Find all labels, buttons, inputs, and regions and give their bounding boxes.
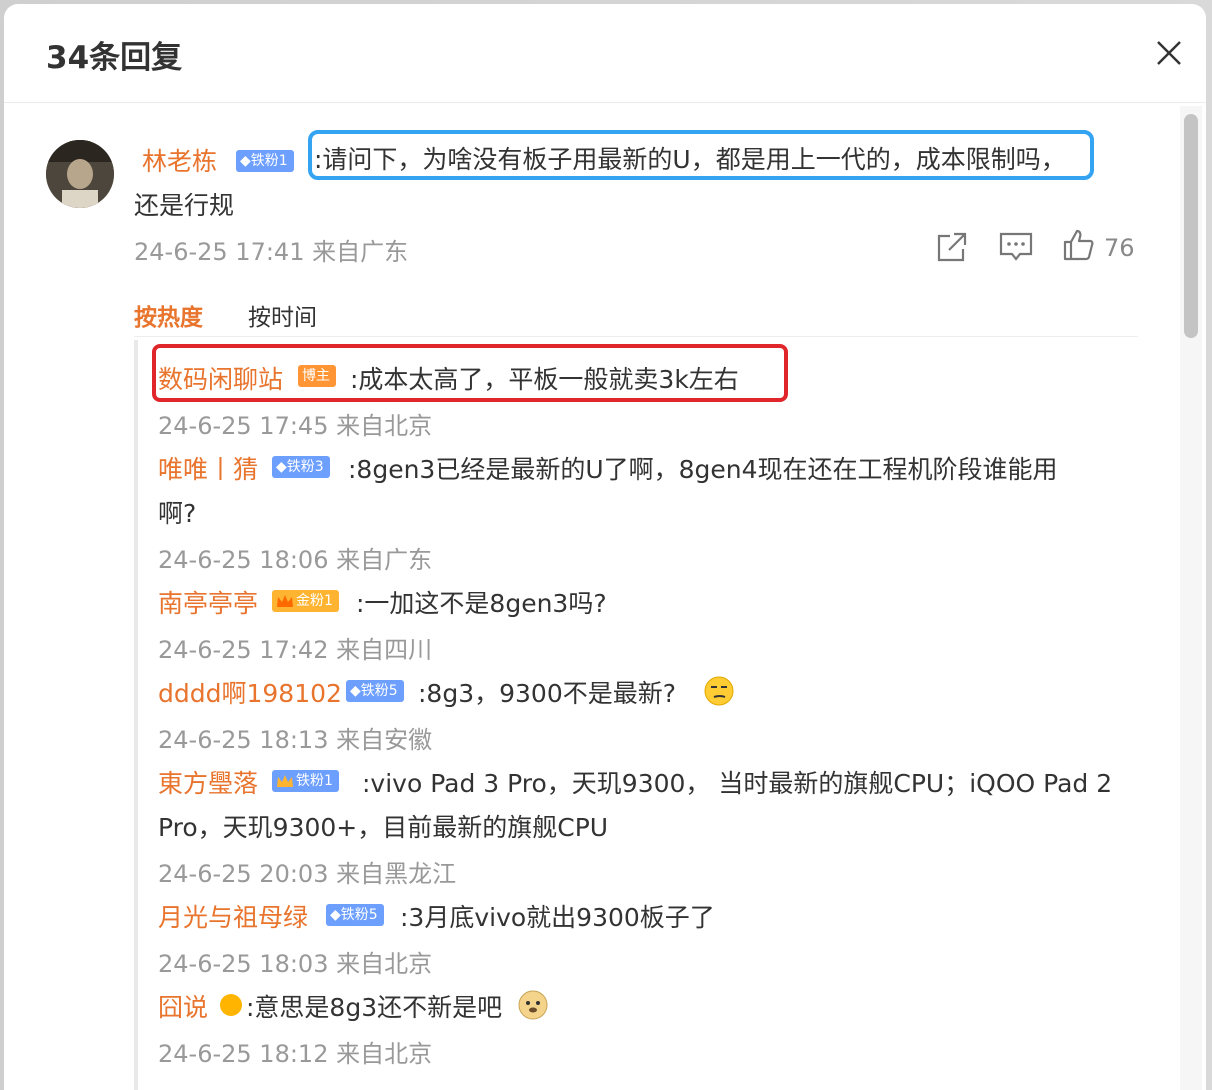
fan-badge: ◆铁粉1 xyxy=(236,150,294,172)
reply-author[interactable]: 数码闲聊站 xyxy=(158,360,283,396)
like-count: 76 xyxy=(1104,234,1135,262)
reply-text-continued: Pro，天玑9300+，目前最新的旗舰CPU xyxy=(158,813,609,842)
replies-dialog: 34条回复 林老栋 ◆铁粉1 :请问下，为啥没有板子用最新的U，都是用上一代的，… xyxy=(4,4,1206,1090)
reply-text: :8gen3已经是最新的U了啊，8gen4现在还在工程机阶段谁能用 xyxy=(348,455,1058,484)
reply-author[interactable]: 東方璺落 xyxy=(158,764,258,800)
thumbs-up-icon[interactable] xyxy=(1062,228,1094,262)
divider xyxy=(134,336,1138,337)
reply-text: :成本太高了，平板一般就卖3k左右 xyxy=(350,365,739,394)
close-icon[interactable] xyxy=(1150,34,1188,72)
reply-author[interactable]: 月光与祖母绿 xyxy=(158,898,308,934)
fan-badge: ◆铁粉3 xyxy=(272,456,330,478)
comment-thread: 林老栋 ◆铁粉1 :请问下，为啥没有板子用最新的U，都是用上一代的，成本限制吗，… xyxy=(4,102,1174,1090)
dialog-title: 34条回复 xyxy=(46,40,183,76)
fan-badge: 铁粉1 xyxy=(272,770,339,792)
fan-badge: 金粉1 xyxy=(272,590,339,612)
comment-author[interactable]: 林老栋 xyxy=(142,142,217,178)
reply-author[interactable]: 南亭亭亭 xyxy=(158,584,258,620)
scrollbar-thumb[interactable] xyxy=(1184,114,1198,338)
comment-text-continued: 还是行规 xyxy=(134,191,235,220)
reply-meta: 24-6-25 18:03 来自北京 xyxy=(158,950,433,978)
share-icon[interactable] xyxy=(934,230,970,264)
fan-badge: ◆铁粉5 xyxy=(346,680,404,702)
dialog-header: 34条回复 xyxy=(4,4,1206,103)
reply-meta: 24-6-25 17:45 来自北京 xyxy=(158,412,433,440)
sort-by-time[interactable]: 按时间 xyxy=(248,298,317,332)
verified-badge xyxy=(220,994,242,1016)
doge-emoji-icon xyxy=(518,990,548,1020)
comment-meta: 24-6-25 17:41 来自广东 xyxy=(134,238,409,266)
fan-badge: ◆铁粉5 xyxy=(326,904,384,926)
blogger-badge: 博主 xyxy=(298,365,336,387)
reply-text-continued: 啊? xyxy=(158,499,197,528)
reply-author[interactable]: 唯唯丨猜 xyxy=(158,450,258,486)
replies-list: 数码闲聊站 博主 :成本太高了，平板一般就卖3k左右 24-6-25 17:45… xyxy=(134,340,1148,1090)
sort-by-hot[interactable]: 按热度 xyxy=(134,298,203,332)
reply-text: :8g3，9300不是最新? xyxy=(418,679,676,708)
reply-text: :一加这不是8gen3吗? xyxy=(356,589,607,618)
crown-icon xyxy=(277,775,293,787)
scrollbar[interactable] xyxy=(1180,106,1202,1090)
reply-meta: 24-6-25 18:12 来自北京 xyxy=(158,1040,433,1068)
avatar[interactable] xyxy=(46,140,114,208)
smirk-emoji-icon xyxy=(704,676,734,706)
reply-meta: 24-6-25 17:42 来自四川 xyxy=(158,636,433,664)
reply-text: :vivo Pad 3 Pro，天玑9300， 当时最新的旗舰CPU；iQOO … xyxy=(362,769,1113,798)
reply-author[interactable]: 囧说 xyxy=(158,988,208,1024)
crown-icon xyxy=(277,595,293,607)
reply-author[interactable]: dddd啊198102 xyxy=(158,674,342,710)
comment-text: :请问下，为啥没有板子用最新的U，都是用上一代的，成本限制吗， xyxy=(314,145,1066,174)
reply-meta: 24-6-25 18:06 来自广东 xyxy=(158,546,433,574)
reply-text: :3月底vivo就出9300板子了 xyxy=(400,903,715,932)
comment-icon[interactable] xyxy=(998,230,1034,264)
reply-meta: 24-6-25 20:03 来自黑龙江 xyxy=(158,860,457,888)
reply-text: :意思是8g3还不新是吧 xyxy=(246,993,503,1022)
reply-meta: 24-6-25 18:13 来自安徽 xyxy=(158,726,433,754)
